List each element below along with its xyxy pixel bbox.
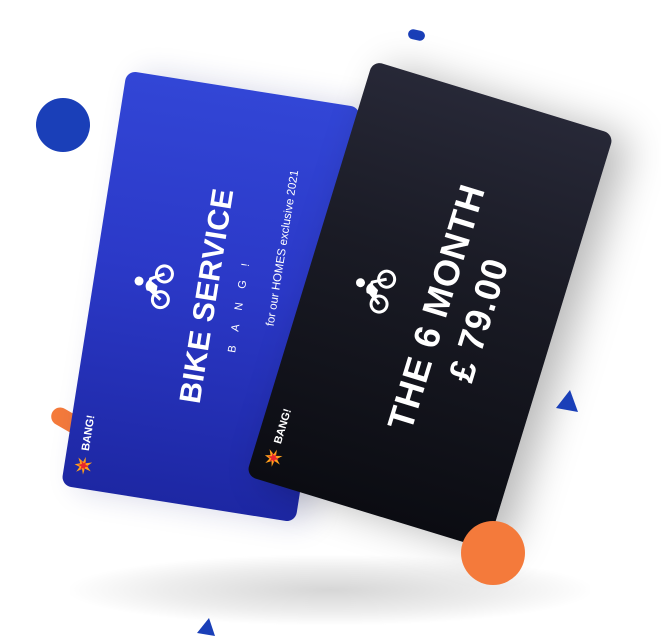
- decor-blue-triangle-small: [197, 618, 215, 636]
- decor-blue-pill: [407, 28, 426, 42]
- collision-icon: [264, 449, 283, 467]
- bang-label: BANG!: [272, 407, 295, 446]
- bang-label: BANG!: [79, 414, 98, 452]
- decor-blue-circle: [36, 98, 90, 152]
- decor-blue-triangle: [556, 390, 578, 412]
- cyclist-icon: [355, 269, 397, 314]
- bang-badge: BANG!: [262, 406, 297, 469]
- bang-badge: BANG!: [73, 414, 100, 476]
- cyclist-icon: [134, 264, 174, 310]
- decor-orange-circle: [461, 521, 525, 585]
- collision-icon: [74, 456, 93, 475]
